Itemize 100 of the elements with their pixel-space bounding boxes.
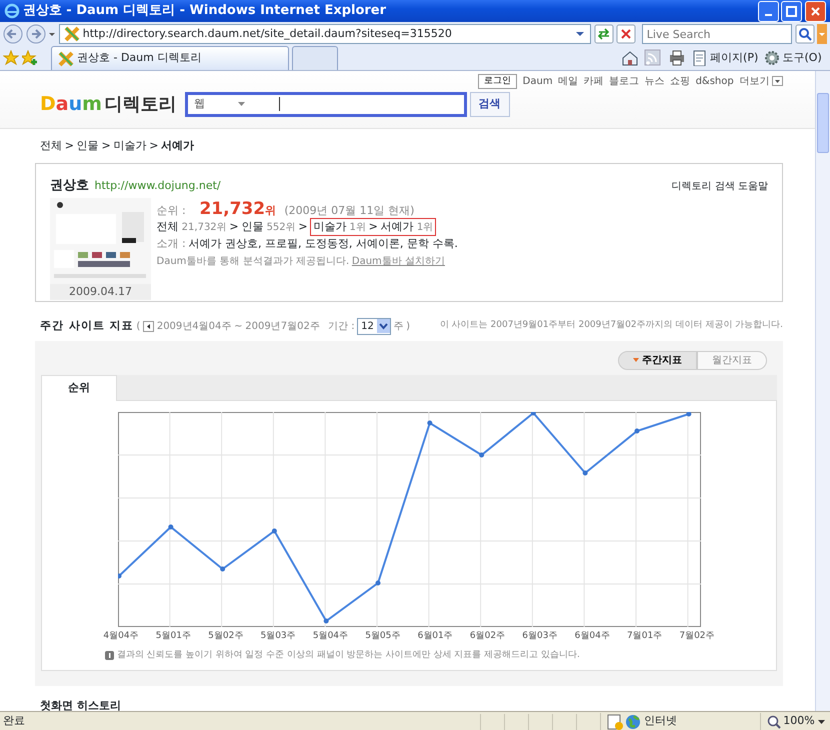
- status-text: 완료: [2, 713, 26, 730]
- axis-label: 7월02주: [678, 630, 716, 642]
- availability-note: 이 사이트는 2007년9월01주부터 2009년7월02주까지의 데이터 제공이 가능합니다.: [440, 319, 783, 332]
- nav-link[interactable]: 카페: [584, 74, 604, 89]
- period-start: 2009년4월04주: [156, 320, 232, 334]
- zoom-control[interactable]: 100%: [760, 713, 830, 730]
- login-button[interactable]: 로그인: [478, 74, 518, 89]
- chart-note: 결과의 신뢰도를 높이기 위하여 일정 수준 이상의 패널이 방문하는 사이트에만 상세 지표를 제공해드리고 있습니다.: [116, 648, 580, 662]
- browser-tab[interactable]: 권상호 - Daum 디렉토리: [51, 46, 290, 70]
- breadcrumb-link[interactable]: 미술가: [113, 138, 146, 154]
- back-icon[interactable]: [2, 24, 23, 44]
- print-icon[interactable]: [668, 49, 686, 67]
- caret-icon[interactable]: [48, 30, 56, 38]
- caret-icon: [633, 358, 639, 362]
- tools-menu[interactable]: 도구(O): [764, 50, 822, 66]
- toolbar-install-link[interactable]: Daum툴바 설치하기: [352, 254, 445, 268]
- thumbnail-date: 2009.04.17: [69, 284, 132, 300]
- paren: ): [406, 320, 410, 334]
- axis-label: 6월04주: [574, 630, 611, 642]
- minimize-icon: [764, 14, 772, 16]
- axis-label: 5월03주: [259, 630, 297, 642]
- category-separator: >: [298, 219, 308, 234]
- nav-link[interactable]: 뉴스: [644, 74, 665, 89]
- address-field[interactable]: http://directory.search.daum.net/site_detail.daum?siteseq=315520: [59, 24, 591, 44]
- nav-link[interactable]: 더보기: [739, 74, 783, 89]
- ie-logo-icon: [4, 3, 20, 19]
- nav-link[interactable]: 메일: [558, 74, 578, 89]
- category-rank[interactable]: 미술가 1위: [313, 218, 366, 235]
- period-end: 2009년7월02주: [245, 320, 320, 334]
- scrollbar-thumb[interactable]: [817, 93, 829, 153]
- favorites-star-icon[interactable]: [2, 50, 19, 66]
- period-select[interactable]: 12: [357, 318, 391, 334]
- nav-link[interactable]: 쇼핑: [670, 74, 690, 89]
- caret-icon: [238, 102, 245, 106]
- category-rank[interactable]: 인물 552위: [241, 218, 296, 235]
- minimize-button[interactable]: [758, 0, 778, 22]
- refresh-icon[interactable]: [594, 24, 614, 44]
- axis-label: 5월04주: [312, 630, 350, 642]
- window-title: 권상호 - Daum 디렉토리 - Windows Internet Explorer: [22, 2, 388, 20]
- site-icon: [58, 50, 74, 66]
- category-separator: >: [229, 219, 239, 234]
- page-icon: [691, 50, 708, 66]
- nav-link[interactable]: Daum: [522, 74, 553, 89]
- help-link[interactable]: 디렉토리 검색 도움말: [672, 178, 768, 194]
- search-field[interactable]: 웹: [184, 92, 467, 116]
- zone-text: 인터넷: [644, 713, 678, 730]
- period-toggle[interactable]: 주간지표: [618, 350, 697, 370]
- breadcrumb-separator: >: [101, 138, 111, 154]
- section-title: 첫화면 히스토리: [39, 698, 122, 711]
- axis-label: 5월02주: [207, 630, 244, 642]
- breadcrumb-link[interactable]: 전체: [40, 138, 62, 154]
- dropdown-icon: [772, 76, 783, 86]
- category-rank[interactable]: 전체 21,732위: [156, 218, 227, 235]
- intro-text: 서예가 권상호, 프로필, 도정동정, 서예이론, 문학 수록.: [188, 236, 458, 251]
- gear-icon: [764, 50, 780, 66]
- close-button[interactable]: [805, 0, 826, 22]
- axis-label: 6월03주: [521, 630, 558, 642]
- search-icon[interactable]: [794, 24, 814, 44]
- scrollbar[interactable]: [815, 71, 830, 711]
- category-dropdown[interactable]: 웹: [194, 96, 274, 112]
- axis-label: 7월01주: [626, 630, 664, 642]
- zoom-icon: [766, 714, 781, 728]
- maximize-icon: [785, 4, 798, 18]
- page-menu[interactable]: 페이지(P): [691, 50, 758, 66]
- search-field[interactable]: Live Search: [642, 24, 792, 44]
- stop-icon[interactable]: [616, 24, 636, 44]
- search-button[interactable]: 검색: [470, 92, 510, 116]
- home-icon[interactable]: [620, 49, 639, 67]
- breadcrumb-separator: >: [64, 138, 74, 154]
- site-icon: [64, 26, 80, 42]
- globe-icon: [625, 714, 642, 730]
- breadcrumb-link[interactable]: 인물: [76, 138, 99, 154]
- category-rank[interactable]: 서예가 1위: [380, 218, 434, 235]
- previous-icon[interactable]: [143, 320, 154, 332]
- axis-label: 6월01주: [416, 630, 454, 642]
- security-icon: [606, 714, 623, 730]
- nav-link[interactable]: d&shop: [696, 74, 734, 89]
- period-unit: 주: [393, 320, 404, 334]
- toolbar-note: Daum툴바를 통해 분석결과가 제공됩니다.: [156, 254, 350, 268]
- close-icon: [809, 4, 822, 18]
- tilde: ~: [234, 320, 243, 334]
- site-url[interactable]: http://www.dojung.net/: [94, 178, 221, 194]
- maximize-button[interactable]: [781, 0, 802, 22]
- logo[interactable]: Daum 디렉토리: [40, 90, 177, 118]
- add-favorite-icon[interactable]: [22, 50, 38, 66]
- axis-label: 5월05주: [364, 630, 402, 642]
- forward-icon[interactable]: [26, 24, 46, 44]
- section-title: 주간 사이트 지표: [40, 318, 134, 334]
- rank-date: (2009년 07월 11일 현재): [284, 202, 414, 218]
- caret-icon: [818, 720, 824, 724]
- dropdown-icon: [376, 319, 390, 333]
- chart-tab[interactable]: 순위: [41, 375, 117, 400]
- nav-link[interactable]: 블로그: [609, 74, 640, 89]
- axis-label: 6월02주: [468, 630, 506, 642]
- category-separator: >: [368, 219, 378, 234]
- site-name: 권상호: [50, 176, 89, 194]
- info-icon: [105, 650, 114, 660]
- axis-label: 5월01주: [154, 630, 192, 642]
- axis-label: 4월04주: [102, 630, 140, 642]
- period-label: 기간 :: [328, 320, 355, 334]
